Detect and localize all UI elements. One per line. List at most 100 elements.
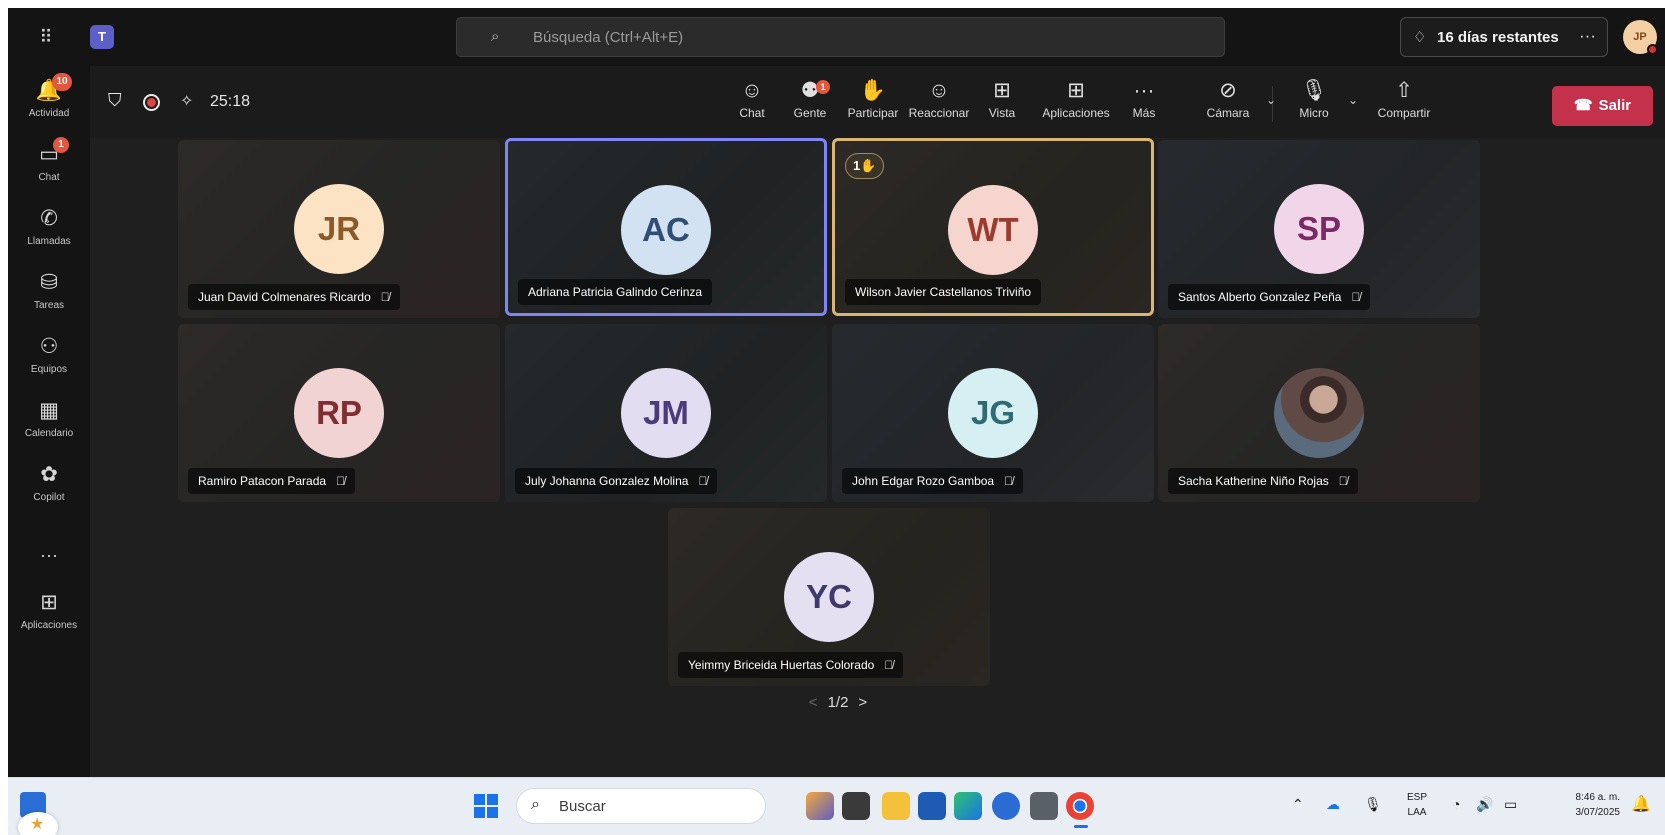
onedrive-icon[interactable]: ☁ — [1326, 796, 1340, 813]
participant-avatar: JM — [621, 368, 711, 458]
people-button[interactable]: ⚉ 1 Gente — [782, 76, 838, 132]
rail-item-actividad[interactable]: 🔔 10 Actividad — [8, 72, 90, 134]
task-view-icon[interactable] — [842, 792, 870, 820]
volume-icon[interactable]: 🔊 — [1476, 796, 1493, 813]
camera-button[interactable]: ⊘ Cámara — [1200, 76, 1256, 132]
store-icon[interactable] — [918, 792, 946, 820]
chat-button[interactable]: ☺ Chat — [730, 76, 774, 132]
mic-muted-icon: 🎙̸ — [1004, 474, 1014, 488]
edge-icon[interactable] — [954, 792, 982, 820]
participant-avatar: JG — [948, 368, 1038, 458]
share-button[interactable]: ⇧ Compartir — [1372, 76, 1436, 132]
clock-time: 8:46 a. m. — [1575, 792, 1620, 803]
mic-options-chevron-icon[interactable]: ⌄ — [1348, 93, 1358, 107]
file-explorer-icon[interactable] — [882, 792, 910, 820]
participant-tile[interactable]: JR Juan David Colmenares Ricardo 🎙̸ — [178, 140, 500, 318]
leave-button[interactable]: ☎ Salir — [1552, 86, 1653, 126]
rail-item-tareas[interactable]: ⛁ Tareas — [8, 264, 90, 326]
participant-name: Juan David Colmenares Ricardo — [198, 290, 371, 304]
search-box[interactable]: ⌕ Búsqueda (Ctrl+Alt+E) — [456, 17, 1225, 57]
copilot-icon: ✿ — [40, 463, 58, 486]
participant-avatar: YC — [784, 552, 874, 642]
favorites-icon[interactable] — [18, 812, 58, 835]
help-app-icon[interactable] — [992, 792, 1020, 820]
keyboard-layout: LAA — [1407, 807, 1427, 818]
recording-icon[interactable] — [143, 94, 160, 111]
leave-label: Salir — [1598, 97, 1632, 114]
rail-item-llamadas[interactable]: ✆ Llamadas — [8, 200, 90, 262]
camera-options-chevron-icon[interactable]: ⌄ — [1266, 93, 1276, 107]
language-indicator[interactable]: ESP LAA — [1407, 790, 1427, 820]
search-icon: ⌕ — [491, 28, 500, 45]
teams-icon: ⚇ — [39, 335, 59, 358]
sparkle-icon[interactable]: ✧ — [180, 91, 193, 111]
copilot-app-icon[interactable] — [806, 792, 834, 820]
react-label: Reaccionar — [908, 106, 970, 120]
more-options-icon[interactable]: ··· — [1579, 26, 1596, 46]
battery-icon[interactable]: ▭ — [1504, 796, 1517, 813]
wifi-icon[interactable]: ◔ — [1452, 796, 1460, 812]
participant-tile[interactable]: Sacha Katherine Niño Rojas 🎙̸ — [1158, 324, 1480, 502]
user-avatar[interactable]: JP — [1623, 20, 1658, 55]
taskbar-search-label: Buscar — [559, 798, 606, 815]
mic-muted-icon: 🎙̸ — [1351, 290, 1361, 304]
more-label: Más — [1132, 106, 1156, 120]
participant-tile[interactable]: YC Yeimmy Briceida Huertas Colorado 🎙̸ — [668, 508, 990, 686]
rail-item-label: Chat — [38, 172, 60, 183]
rail-item-label: Actividad — [28, 108, 70, 119]
participant-tile-hand-raised[interactable]: 1✋ WT Wilson Javier Castellanos Triviño — [832, 138, 1154, 316]
rail-item-label: Llamadas — [27, 236, 71, 247]
participant-name-tag: July Johanna Gonzalez Molina 🎙̸ — [515, 468, 718, 494]
windows-taskbar: ⌕ Buscar ⌃ ☁ 🎙 ESP LAA ◔ 🔊 ▭ 8:46 a. m. … — [8, 777, 1665, 835]
show-hidden-icons-icon[interactable]: ⌃ — [1292, 796, 1304, 813]
rail-more-button[interactable]: ··· — [8, 545, 90, 566]
apps-label: Aplicaciones — [1042, 106, 1110, 120]
windows-start-icon[interactable] — [474, 794, 498, 818]
app-launcher-icon[interactable]: ⠿ — [36, 27, 56, 47]
previous-page-icon[interactable]: < — [809, 694, 818, 711]
activity-badge: 10 — [52, 73, 72, 91]
view-label: Vista — [988, 106, 1016, 120]
smiley-icon: ☺ — [928, 79, 950, 102]
rail-item-calendario[interactable]: ▦ Calendario — [8, 392, 90, 454]
react-button[interactable]: ☺ Reaccionar — [906, 76, 972, 132]
more-button[interactable]: ··· Más — [1124, 76, 1164, 132]
raise-hand-button[interactable]: ✋ Participar — [842, 76, 904, 132]
shield-icon[interactable]: ⛉ — [108, 90, 122, 111]
presence-busy-icon — [1647, 44, 1658, 55]
apps-button[interactable]: ⊞ Aplicaciones — [1034, 76, 1118, 132]
meeting-timer: 25:18 — [210, 93, 251, 110]
camera-off-icon: ⊘ — [1219, 79, 1237, 102]
rail-item-label: Copilot — [33, 492, 65, 503]
participant-tile[interactable]: RP Ramiro Patacon Parada 🎙̸ — [178, 324, 500, 502]
mic-muted-icon: 🎙̸ — [884, 658, 894, 672]
taskbar-search[interactable]: ⌕ Buscar — [516, 788, 766, 824]
mic-button[interactable]: 🎙 Micro — [1292, 76, 1336, 132]
view-button[interactable]: ⊞ Vista — [980, 76, 1024, 132]
participant-tile[interactable]: JG John Edgar Rozo Gamboa 🎙̸ — [832, 324, 1154, 502]
clock-date: 3/07/2025 — [1575, 807, 1621, 818]
participant-name: Santos Alberto Gonzalez Peña — [1178, 290, 1342, 304]
microphone-icon[interactable]: 🎙 — [1364, 796, 1382, 813]
notification-bell-icon[interactable]: 🔔 — [1631, 794, 1651, 814]
rail-item-chat[interactable]: ▭ 1 Chat — [8, 136, 90, 198]
participant-tile-speaking[interactable]: AC Adriana Patricia Galindo Cerinza — [505, 138, 827, 316]
rail-item-aplicaciones[interactable]: ⊞ Aplicaciones — [8, 584, 90, 646]
chrome-icon[interactable] — [1066, 792, 1094, 828]
calculator-icon[interactable] — [1030, 792, 1058, 820]
system-clock[interactable]: 8:46 a. m. 3/07/2025 — [1552, 790, 1621, 820]
participant-name: Adriana Patricia Galindo Cerinza — [528, 285, 703, 299]
participant-tile[interactable]: JM July Johanna Gonzalez Molina 🎙̸ — [505, 324, 827, 502]
trial-days-button[interactable]: ♢ 16 días restantes ··· — [1400, 17, 1608, 57]
participant-tile[interactable]: SP Santos Alberto Gonzalez Peña 🎙̸ — [1158, 140, 1480, 318]
mic-off-icon: 🎙 — [1300, 79, 1328, 102]
participant-avatar: RP — [294, 368, 384, 458]
mic-muted-icon: 🎙̸ — [380, 290, 390, 304]
trial-days-label: 16 días restantes — [1437, 29, 1559, 46]
next-page-icon[interactable]: > — [858, 694, 867, 711]
participant-name: July Johanna Gonzalez Molina — [525, 474, 689, 488]
participant-name-tag: Sacha Katherine Niño Rojas 🎙̸ — [1168, 468, 1358, 494]
rail-item-copilot[interactable]: ✿ Copilot — [8, 456, 90, 518]
rail-item-equipos[interactable]: ⚇ Equipos — [8, 328, 90, 390]
people-badge: 1 — [816, 80, 830, 94]
